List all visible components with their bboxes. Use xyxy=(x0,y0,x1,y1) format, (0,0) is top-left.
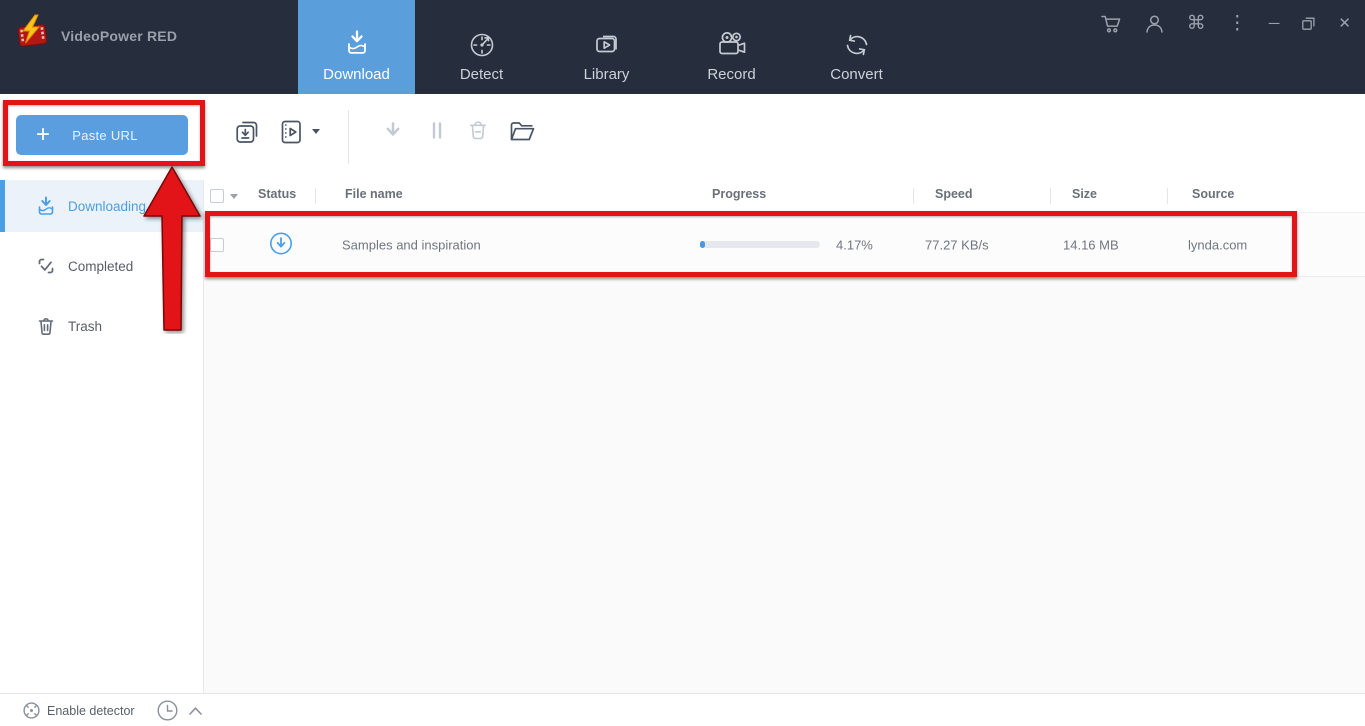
column-divider xyxy=(1167,188,1168,204)
trash-icon xyxy=(34,314,58,338)
batch-download-button[interactable] xyxy=(233,118,261,146)
minimize-icon[interactable]: ─ xyxy=(1269,16,1280,31)
table-row[interactable]: Samples and inspiration 4.17% 77.27 KB/s… xyxy=(204,213,1365,277)
app-window: { "app": { "title": "VideoPower RED" }, … xyxy=(0,0,1365,726)
window-controls: ⌘ ⋮ ─ ✕ xyxy=(1100,8,1351,38)
detector-icon[interactable] xyxy=(21,700,42,721)
pause-button[interactable] xyxy=(424,118,450,144)
history-clock-icon[interactable] xyxy=(155,698,180,723)
select-all-caret-icon[interactable] xyxy=(230,194,238,199)
progress-fill xyxy=(700,241,705,248)
enable-detector-label[interactable]: Enable detector xyxy=(47,704,135,718)
column-header-source[interactable]: Source xyxy=(1192,187,1234,201)
brand: VideoPower RED xyxy=(13,14,177,57)
select-all-checkbox[interactable] xyxy=(210,189,224,203)
column-header-status[interactable]: Status xyxy=(258,187,296,201)
paste-url-button[interactable]: + Paste URL xyxy=(16,115,188,155)
title-bar: VideoPower RED Download Detect Library R… xyxy=(0,0,1365,94)
delete-task-button[interactable] xyxy=(465,118,491,144)
table-header: Status File name Progress Speed Size Sou… xyxy=(204,180,1365,213)
sidebar: Downloading Completed Trash xyxy=(0,180,204,693)
tab-convert-label: Convert xyxy=(830,66,883,83)
open-folder-button[interactable] xyxy=(508,119,537,144)
convert-tab-icon xyxy=(841,22,873,66)
progress-percent: 4.17% xyxy=(836,237,873,252)
sidebar-item-completed[interactable]: Completed xyxy=(0,240,203,292)
tab-library-label: Library xyxy=(583,66,630,83)
progress-bar xyxy=(700,241,820,248)
tab-library[interactable]: Library xyxy=(548,0,665,94)
tab-download[interactable]: Download xyxy=(298,0,415,94)
tab-detect[interactable]: Detect xyxy=(423,0,540,94)
apps-icon[interactable]: ⌘ xyxy=(1187,14,1206,33)
column-header-progress[interactable]: Progress xyxy=(712,187,766,201)
row-checkbox[interactable] xyxy=(210,238,224,252)
main-nav: Download Detect Library Record Convert xyxy=(298,0,915,94)
detect-tab-icon xyxy=(466,22,498,66)
tab-record[interactable]: Record xyxy=(673,0,790,94)
download-speed: 77.27 KB/s xyxy=(925,237,989,252)
file-name: Samples and inspiration xyxy=(342,237,481,252)
chevron-up-icon[interactable] xyxy=(188,706,203,716)
record-tab-icon xyxy=(715,22,749,66)
sidebar-item-label: Completed xyxy=(68,258,134,274)
column-header-filename[interactable]: File name xyxy=(345,187,403,201)
tab-convert[interactable]: Convert xyxy=(798,0,915,94)
status-downloading-icon xyxy=(268,230,294,259)
download-tab-icon xyxy=(341,22,373,66)
source-site: lynda.com xyxy=(1188,237,1248,252)
download-video-button[interactable] xyxy=(278,118,304,146)
tab-detect-label: Detect xyxy=(459,66,504,83)
file-size: 14.16 MB xyxy=(1063,237,1119,252)
sidebar-item-label: Downloading xyxy=(68,198,147,214)
toolbar-divider xyxy=(348,110,349,164)
tab-download-label: Download xyxy=(323,66,390,83)
app-title: VideoPower RED xyxy=(61,27,178,44)
column-divider xyxy=(315,188,316,204)
download-options-caret[interactable] xyxy=(312,129,320,134)
completed-icon xyxy=(34,254,58,278)
status-bar: Enable detector xyxy=(0,693,1365,726)
paste-url-label: Paste URL xyxy=(72,127,138,143)
close-icon[interactable]: ✕ xyxy=(1338,16,1351,31)
download-list: Status File name Progress Speed Size Sou… xyxy=(204,180,1365,693)
plus-icon: + xyxy=(36,121,51,148)
more-menu-icon[interactable]: ⋮ xyxy=(1228,14,1247,33)
chevron-down-icon xyxy=(312,129,320,134)
restore-icon[interactable] xyxy=(1301,16,1316,31)
sidebar-item-downloading[interactable]: Downloading xyxy=(0,180,203,232)
toolbar: + Paste URL xyxy=(0,94,1365,180)
sidebar-item-label: Trash xyxy=(68,318,103,334)
downloading-icon xyxy=(34,194,58,219)
cart-icon[interactable] xyxy=(1100,13,1122,34)
tab-record-label: Record xyxy=(707,66,756,83)
app-logo-icon xyxy=(13,14,51,57)
resume-button[interactable] xyxy=(380,118,406,144)
sidebar-item-trash[interactable]: Trash xyxy=(0,300,203,352)
column-header-size[interactable]: Size xyxy=(1072,187,1097,201)
library-tab-icon xyxy=(591,22,623,66)
user-icon[interactable] xyxy=(1144,13,1165,34)
column-divider xyxy=(1050,188,1051,204)
column-header-speed[interactable]: Speed xyxy=(935,187,973,201)
column-divider xyxy=(913,188,914,204)
